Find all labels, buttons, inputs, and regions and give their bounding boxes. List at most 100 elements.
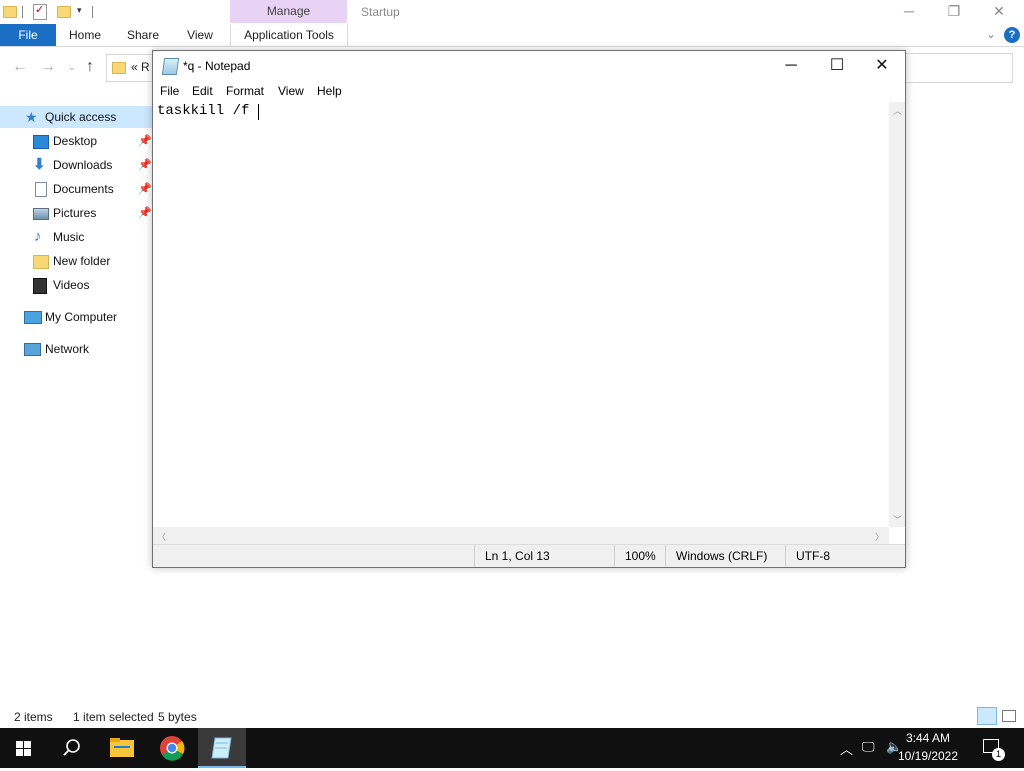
sidebar-item-label: Pictures	[53, 206, 97, 220]
manage-context-tab[interactable]: Manage	[230, 0, 347, 23]
network-icon	[24, 343, 41, 356]
customize-qat-icon[interactable]: ▾	[77, 5, 82, 16]
zoom-level: 100%	[614, 545, 665, 567]
forward-arrow-icon[interactable]: →	[40, 58, 56, 76]
menu-view[interactable]: View	[278, 84, 304, 98]
ribbon-tabs: File Home Share View Application Tools ⌄…	[0, 24, 1024, 47]
sidebar-item-music[interactable]: ♪ Music	[0, 226, 158, 248]
taskbar-chrome[interactable]	[148, 728, 196, 768]
pin-icon: 📌	[138, 183, 152, 195]
explorer-minimize-button[interactable]: ─	[886, 0, 932, 24]
sidebar-item-new-folder[interactable]: New folder	[0, 250, 158, 272]
notepad-window: *q - Notepad ─ ☐ ✕ File Edit Format View…	[152, 50, 906, 568]
scroll-down-icon[interactable]: ﹀	[893, 513, 902, 526]
sidebar-item-desktop[interactable]: Desktop 📌	[0, 130, 158, 152]
notepad-minimize-button[interactable]: ─	[768, 51, 814, 82]
sidebar-item-label: My Computer	[45, 310, 118, 324]
item-count: 2 items	[14, 710, 53, 724]
pin-icon: 📌	[138, 159, 152, 171]
notification-badge: 1	[992, 748, 1005, 761]
new-folder-icon[interactable]	[57, 6, 71, 18]
search-input[interactable]	[905, 53, 1013, 83]
explorer-status-bar: 2 items 1 item selected 5 bytes	[0, 706, 1024, 728]
address-input[interactable]: « R	[106, 54, 155, 82]
pin-icon: 📌	[138, 207, 152, 219]
horizontal-scrollbar[interactable]: 〈 〉	[153, 527, 889, 544]
sidebar-item-pictures[interactable]: Pictures 📌	[0, 202, 158, 224]
sidebar-item-my-computer[interactable]: My Computer	[0, 306, 158, 328]
download-arrow-icon: ⬇	[33, 156, 46, 173]
line-ending: Windows (CRLF)	[665, 545, 785, 567]
tab-view[interactable]: View	[178, 24, 222, 46]
recent-locations-icon[interactable]: ⌄	[68, 62, 76, 73]
notepad-menu-bar: File Edit Format View Help	[153, 82, 905, 102]
video-film-icon	[33, 278, 47, 294]
menu-file[interactable]: File	[160, 84, 179, 98]
explorer-restore-button[interactable]: ❐	[931, 0, 977, 24]
notepad-content: taskkill /f	[157, 103, 258, 119]
sidebar-item-quick-access[interactable]: ★ Quick access	[0, 106, 158, 128]
sidebar-item-downloads[interactable]: ⬇ Downloads 📌	[0, 154, 158, 176]
sidebar-item-label: Music	[53, 230, 85, 244]
search-icon	[63, 739, 80, 756]
notepad-icon	[161, 58, 180, 75]
tab-share[interactable]: Share	[118, 24, 168, 46]
sidebar-item-label: Documents	[53, 182, 114, 196]
back-arrow-icon[interactable]: ←	[12, 58, 28, 76]
desktop-icon	[33, 135, 49, 149]
sidebar-item-network[interactable]: Network	[0, 338, 158, 360]
scroll-up-icon[interactable]: ︿	[893, 104, 902, 117]
scroll-left-icon[interactable]: 〈	[157, 530, 166, 543]
menu-help[interactable]: Help	[317, 84, 342, 98]
large-icons-view-icon[interactable]	[1002, 710, 1016, 722]
pin-icon: 📌	[138, 135, 152, 147]
notepad-title-bar[interactable]: *q - Notepad ─ ☐ ✕	[153, 51, 905, 82]
tab-file[interactable]: File	[0, 24, 56, 46]
notepad-status-bar: Ln 1, Col 13 100% Windows (CRLF) UTF-8	[153, 544, 905, 567]
quick-access-toolbar: ✓ ▾	[0, 0, 230, 24]
sidebar-item-documents[interactable]: Documents 📌	[0, 178, 158, 200]
taskbar-file-explorer[interactable]	[98, 728, 146, 768]
details-view-icon[interactable]	[977, 707, 997, 725]
properties-icon[interactable]: ✓	[33, 4, 47, 20]
encoding: UTF-8	[785, 545, 905, 567]
tab-home[interactable]: Home	[60, 24, 110, 46]
sidebar-item-label: Downloads	[53, 158, 113, 172]
text-caret	[258, 104, 259, 120]
chrome-icon	[160, 736, 185, 761]
music-note-icon: ♪	[34, 228, 42, 245]
clock-date[interactable]: 10/19/2022	[888, 749, 968, 763]
cursor-position: Ln 1, Col 13	[474, 545, 614, 567]
document-icon	[35, 182, 47, 197]
computer-icon	[24, 311, 42, 324]
search-button[interactable]	[48, 728, 96, 768]
folder-icon	[33, 255, 49, 269]
vertical-scrollbar[interactable]: ︿ ﹀	[889, 102, 905, 527]
help-icon[interactable]: ?	[1004, 27, 1020, 43]
tab-application-tools[interactable]: Application Tools	[230, 24, 348, 46]
menu-edit[interactable]: Edit	[192, 84, 213, 98]
up-arrow-icon[interactable]: ↑	[86, 58, 94, 76]
notepad-close-button[interactable]: ✕	[859, 51, 905, 82]
sidebar-item-videos[interactable]: Videos	[0, 274, 158, 296]
sidebar-item-label: Desktop	[53, 134, 98, 148]
folder-icon[interactable]	[3, 6, 17, 18]
show-hidden-icons-icon[interactable]: ︿	[840, 739, 853, 758]
notepad-title: *q - Notepad	[183, 59, 251, 73]
scroll-right-icon[interactable]: 〉	[875, 530, 884, 543]
menu-format[interactable]: Format	[226, 84, 264, 98]
explorer-close-button[interactable]: ✕	[976, 0, 1022, 24]
network-tray-icon[interactable]: 🖵	[862, 739, 875, 755]
selection-count: 1 item selected	[73, 710, 154, 724]
sidebar-item-label: New folder	[53, 254, 111, 268]
taskbar-notepad[interactable]	[198, 728, 246, 768]
star-icon: ★	[25, 109, 38, 125]
taskbar: ︿ 🖵 🔈 3:44 AM 10/19/2022 1	[0, 728, 1024, 768]
toolbar-separator	[22, 6, 23, 18]
ribbon-expand-icon[interactable]: ⌄	[982, 24, 1000, 46]
notepad-text-area[interactable]: taskkill /f	[153, 102, 889, 527]
start-button[interactable]	[0, 728, 48, 768]
sidebar-item-label: Videos	[53, 278, 90, 292]
notepad-maximize-button[interactable]: ☐	[814, 51, 860, 82]
clock-time[interactable]: 3:44 AM	[888, 731, 968, 745]
